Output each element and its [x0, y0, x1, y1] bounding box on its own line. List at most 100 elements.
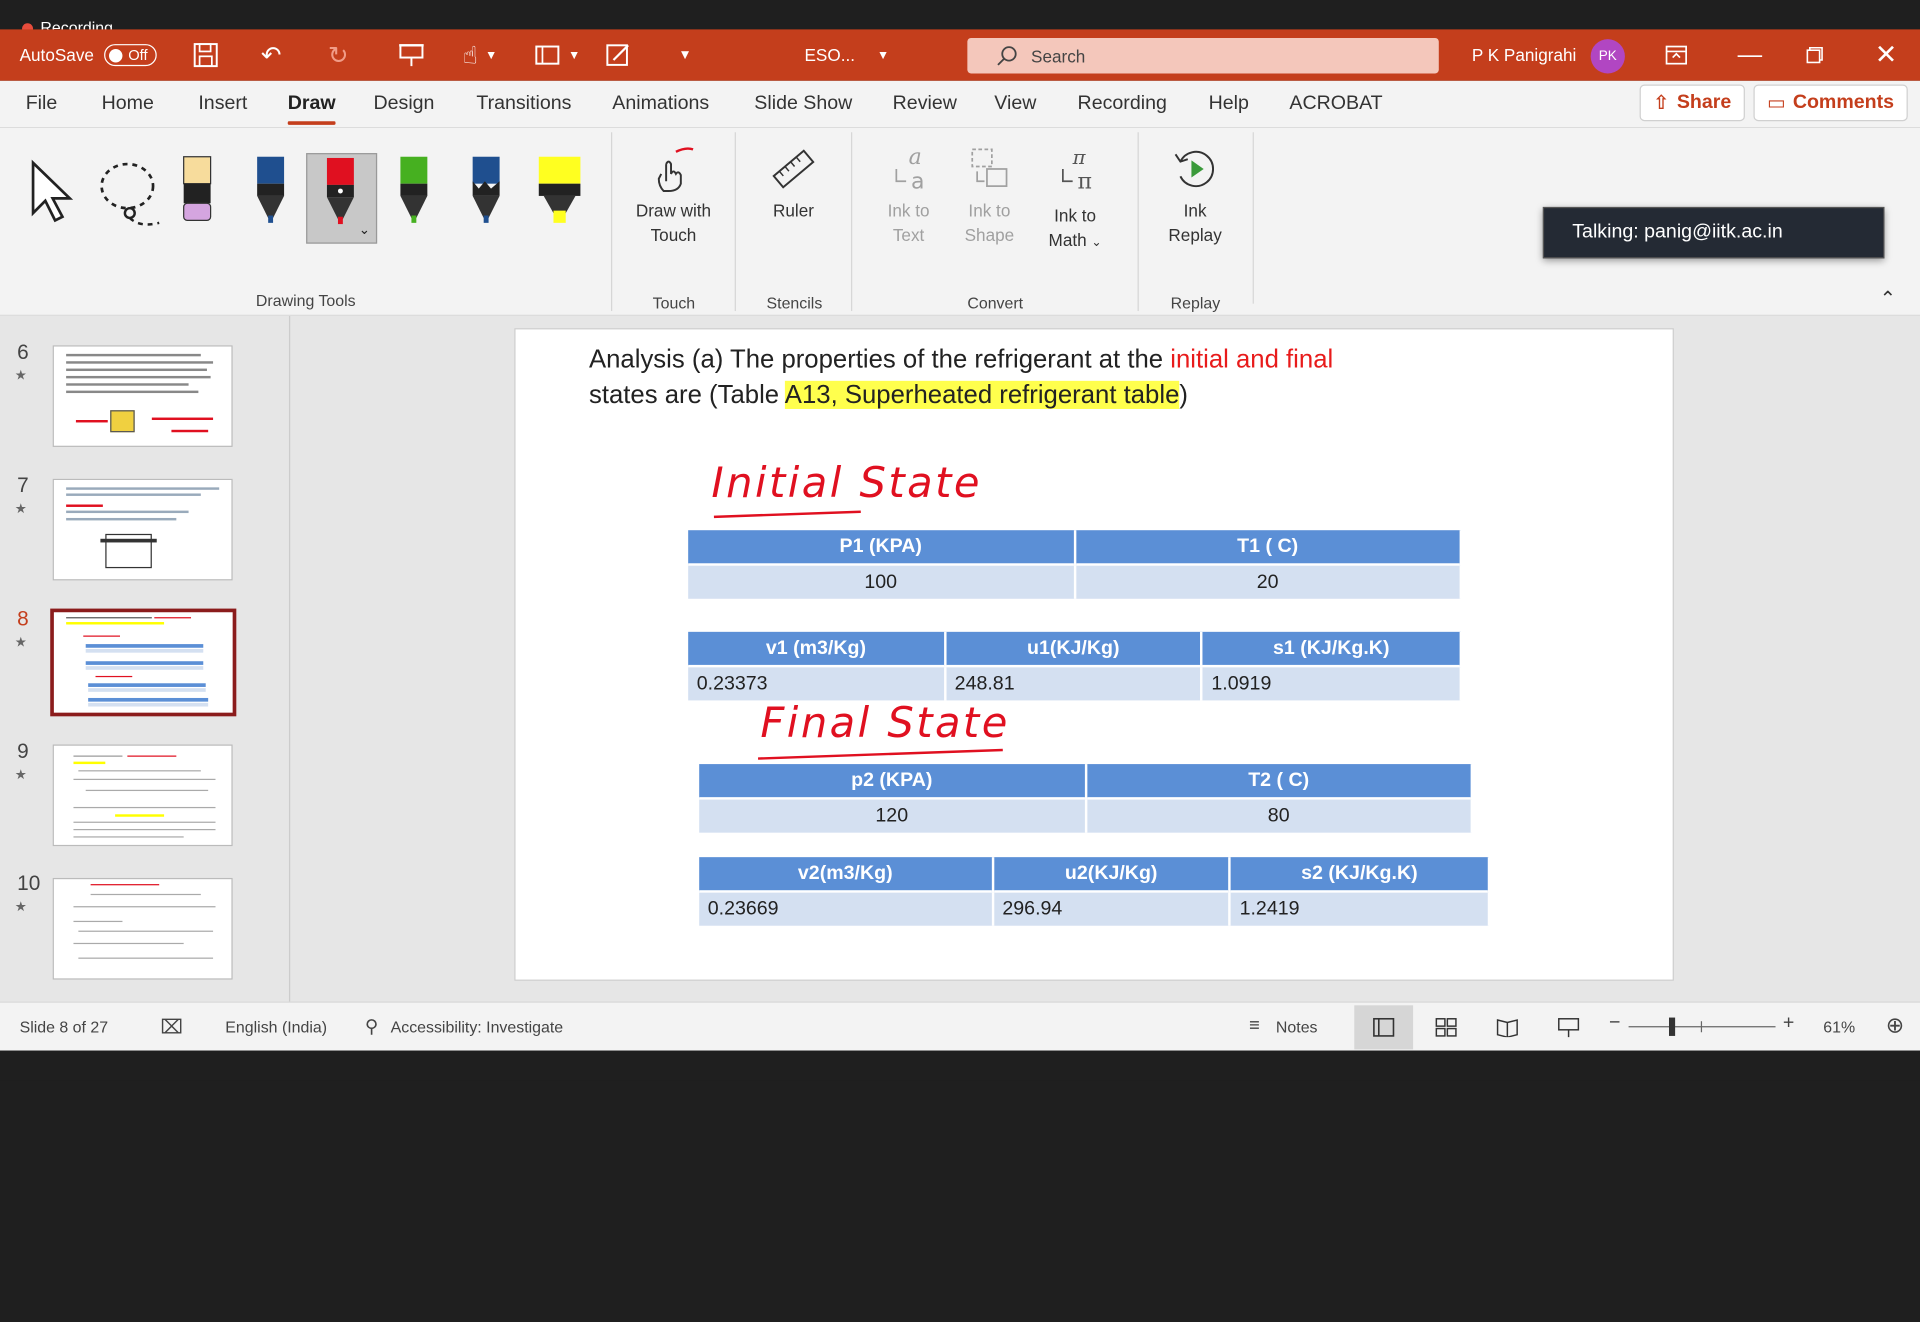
minimize-button[interactable]: — — [1738, 29, 1762, 80]
zoom-level[interactable]: 61% — [1823, 1018, 1855, 1036]
table-cell: 0.23373 — [688, 664, 947, 701]
zoom-slider-thumb[interactable] — [1668, 1017, 1676, 1036]
slide-thumbnail-8[interactable] — [50, 608, 237, 717]
tab-acrobat[interactable]: ACROBAT — [1289, 93, 1382, 115]
slide-thumbnail-6[interactable] — [52, 345, 233, 447]
slide-thumbnail-9[interactable] — [52, 744, 233, 847]
zoom-in-button[interactable]: + — [1783, 1013, 1794, 1035]
table-final-pressure-temp[interactable]: p2 (KPA) T2 ( C) 120 80 — [699, 764, 1474, 833]
highlighter-yellow-icon[interactable] — [536, 154, 583, 227]
notes-pane-icon[interactable]: ⌧ — [160, 1015, 183, 1039]
accessibility-status[interactable]: Accessibility: Investigate — [391, 1018, 564, 1036]
slide-thumbnail-pane[interactable]: 6 ★ 7 ★ 8 ★ 9 ★ 10 ★ — [0, 315, 291, 1002]
restore-button[interactable] — [1806, 29, 1823, 80]
pen-red-selected[interactable]: ⌄ — [306, 153, 378, 244]
group-label-replay: Replay — [1170, 293, 1221, 313]
customize-qat-button[interactable]: ▼ — [678, 29, 691, 80]
close-button[interactable]: ✕ — [1875, 29, 1898, 80]
collapse-ribbon-icon[interactable]: ⌃ — [1880, 287, 1896, 311]
slide-counter[interactable]: Slide 8 of 27 — [20, 1018, 109, 1036]
slide-heading[interactable]: Analysis (a) The properties of the refri… — [589, 342, 1446, 413]
ribbon-display-button[interactable] — [1665, 29, 1687, 80]
slide-thumbnail-7[interactable] — [52, 478, 233, 581]
comments-button[interactable]: ▭ Comments — [1753, 84, 1908, 122]
share-button[interactable]: ⇧ Share — [1639, 84, 1745, 122]
pen-green-icon[interactable] — [396, 154, 433, 227]
slide-canvas[interactable]: Analysis (a) The properties of the refri… — [514, 328, 1674, 981]
ruler-button[interactable]: Ruler — [759, 144, 828, 222]
draw-with-touch-button[interactable]: Draw with Touch — [627, 144, 720, 247]
edit-button[interactable] — [605, 29, 632, 80]
ink-to-math-label-2: Math ⌄ — [1038, 228, 1111, 256]
present-button[interactable] — [398, 29, 425, 80]
save-button[interactable] — [192, 29, 219, 80]
pen-blue-icon[interactable] — [252, 154, 289, 227]
tab-recording[interactable]: Recording — [1078, 93, 1167, 115]
ink-to-shape-button[interactable]: Ink to Shape — [955, 144, 1024, 247]
bottom-bar — [0, 1050, 1920, 1081]
layout-button[interactable]: ▼ — [534, 29, 580, 80]
table-header: s1 (KJ/Kg.K) — [1201, 631, 1463, 667]
star-icon: ★ — [14, 368, 27, 384]
group-label-convert: Convert — [967, 293, 1024, 313]
table-final-properties[interactable]: v2(m3/Kg) u2(KJ/Kg) s2 (KJ/Kg.K) 0.23669… — [699, 857, 1491, 926]
table-initial-properties[interactable]: v1 (m3/Kg) u1(KJ/Kg) s1 (KJ/Kg.K) 0.2337… — [688, 631, 1463, 701]
pen-galaxy-icon[interactable] — [468, 154, 505, 227]
file-name[interactable]: ESO... ▼ — [804, 29, 889, 80]
ink-to-text-button[interactable]: aa Ink to Text — [873, 144, 944, 247]
chevron-down-icon: ▼ — [678, 47, 692, 63]
zoom-out-button[interactable]: − — [1609, 1013, 1620, 1035]
tab-review[interactable]: Review — [893, 93, 957, 115]
search-box[interactable]: Search — [967, 37, 1439, 74]
thumb-text-line — [66, 368, 207, 372]
table-cell: 296.94 — [992, 890, 1232, 926]
notes-button[interactable]: Notes — [1276, 1018, 1318, 1036]
user-name[interactable]: P K Panigrahi — [1472, 29, 1577, 80]
tab-file[interactable]: File — [26, 93, 58, 115]
language-indicator[interactable]: English (India) — [225, 1018, 327, 1036]
chevron-down-icon[interactable]: ⌄ — [359, 222, 370, 238]
select-pointer-icon[interactable] — [29, 159, 76, 223]
tab-insert[interactable]: Insert — [198, 93, 247, 115]
svg-text:π: π — [1078, 170, 1092, 194]
touch-mode-button[interactable]: ☝ ▼ — [463, 29, 497, 80]
slide-thumbnail-10[interactable] — [52, 877, 233, 980]
thumb-text-line — [66, 617, 152, 619]
tab-animations[interactable]: Animations — [612, 93, 709, 115]
ink-final-state[interactable]: Final State — [760, 699, 1009, 748]
ink-replay-button[interactable]: Ink Replay — [1158, 144, 1231, 247]
slide-sorter-icon[interactable] — [1435, 1018, 1457, 1038]
normal-view-button[interactable] — [1354, 1005, 1414, 1050]
notes-icon[interactable]: ≡ — [1249, 1015, 1260, 1036]
ink-initial-state[interactable]: Initial State — [711, 459, 981, 508]
reading-view-icon[interactable] — [1496, 1018, 1518, 1038]
eraser-icon[interactable] — [179, 154, 216, 227]
accessibility-icon[interactable]: ⚲ — [365, 1015, 378, 1037]
table-row: P1 (KPA) T1 ( C) — [688, 530, 1463, 565]
table-initial-pressure-temp[interactable]: P1 (KPA) T1 ( C) 100 20 — [688, 530, 1463, 599]
table-row: p2 (KPA) T2 ( C) — [699, 764, 1474, 799]
tab-help[interactable]: Help — [1209, 93, 1249, 115]
fit-to-window-icon[interactable]: ⊕ — [1886, 1013, 1904, 1039]
autosave[interactable]: AutoSave Off — [20, 29, 157, 80]
slide-number: 10 — [17, 871, 41, 896]
thumb-table-row — [88, 697, 209, 702]
tab-slide-show[interactable]: Slide Show — [754, 93, 852, 115]
tab-home[interactable]: Home — [102, 93, 154, 115]
undo-button[interactable]: ↶ — [261, 29, 282, 80]
ink-replay-icon — [1174, 150, 1214, 188]
avatar[interactable]: PK — [1590, 39, 1625, 74]
ink-to-math-button[interactable]: ππ Ink to Math ⌄ — [1038, 144, 1111, 255]
autosave-toggle[interactable]: Off — [103, 44, 157, 67]
tab-view[interactable]: View — [994, 93, 1036, 115]
tab-draw[interactable]: Draw — [287, 93, 336, 125]
thumb-ink-line — [151, 417, 214, 421]
tab-transitions[interactable]: Transitions — [476, 93, 571, 115]
redo-button[interactable]: ↻ — [328, 29, 349, 80]
tab-design[interactable]: Design — [373, 93, 434, 115]
slideshow-icon[interactable] — [1558, 1016, 1580, 1038]
thumb-text-line — [66, 383, 189, 386]
lasso-select-icon[interactable] — [96, 159, 167, 230]
ink-to-math-icon: ππ — [1062, 146, 1092, 194]
thumb-text-line — [73, 920, 123, 923]
